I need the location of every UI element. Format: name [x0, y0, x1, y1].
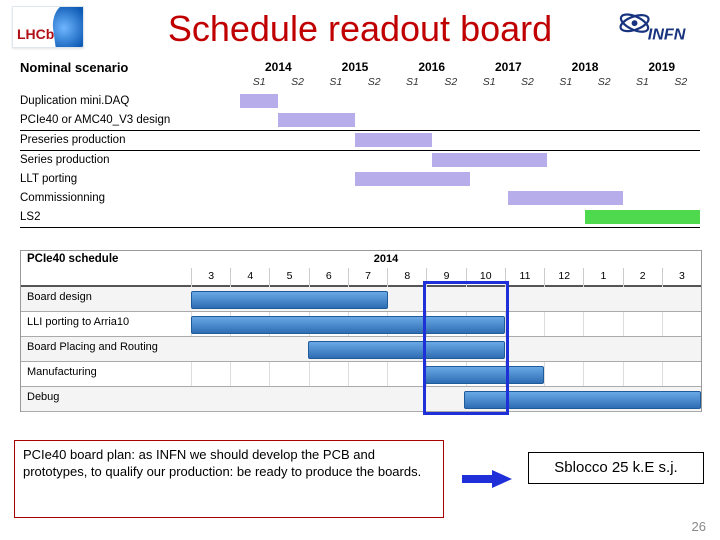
task-label: Board Placing and Routing	[27, 341, 158, 353]
month-label: 3	[662, 268, 701, 285]
gantt2-title: PCIe40 schedule	[27, 253, 118, 265]
gantt-bar	[432, 153, 547, 167]
year-label: 2016	[393, 60, 470, 74]
month-label: 5	[269, 268, 308, 285]
year-label: 2017	[470, 60, 547, 74]
gantt-bar	[508, 191, 623, 205]
page-number: 26	[692, 519, 706, 534]
task-label: Board design	[27, 291, 92, 303]
task-label: Debug	[27, 391, 59, 403]
note-box: PCIe40 board plan: as INFN we should dev…	[14, 440, 444, 518]
year-label: 2014	[240, 60, 317, 74]
sem-label: S1	[470, 76, 508, 88]
year-label: 2018	[547, 60, 624, 74]
month-label: 12	[544, 268, 583, 285]
task-label: Manufacturing	[27, 366, 97, 378]
highlight-box	[423, 281, 509, 415]
year-label: 2015	[317, 60, 394, 74]
sem-label: S1	[240, 76, 278, 88]
month-label: 3	[191, 268, 230, 285]
task-label: LS2	[20, 208, 40, 227]
gantt-nominal: Nominal scenario 2014 2015 2016 2017 201…	[20, 60, 700, 75]
sem-label: S2	[662, 76, 700, 88]
task-label: Preseries production	[20, 131, 125, 150]
year-label: 2019	[623, 60, 700, 74]
gantt-bar	[191, 291, 388, 309]
sem-label: S1	[547, 76, 585, 88]
gantt-bar	[355, 133, 432, 147]
sem-label: S2	[278, 76, 316, 88]
sem-label: S1	[317, 76, 355, 88]
slide-title: Schedule readout board	[0, 8, 720, 50]
sem-label: S2	[432, 76, 470, 88]
gantt-bar	[278, 113, 355, 127]
sem-label: S2	[508, 76, 546, 88]
gantt-bar	[585, 210, 700, 224]
gantt-bar	[355, 172, 470, 186]
month-label: 6	[309, 268, 348, 285]
task-label: Duplication mini.DAQ	[20, 92, 129, 111]
month-label: 1	[583, 268, 622, 285]
sem-label: S1	[623, 76, 661, 88]
month-label: 11	[505, 268, 544, 285]
month-label: 8	[387, 268, 426, 285]
task-label: Series production	[20, 151, 110, 170]
task-label: Commissionning	[20, 189, 105, 208]
sem-label: S2	[355, 76, 393, 88]
gantt-bar	[240, 94, 278, 108]
month-label: 2	[623, 268, 662, 285]
sem-label: S2	[585, 76, 623, 88]
month-label: 4	[230, 268, 269, 285]
arrow-icon	[462, 470, 512, 488]
sem-label: S1	[393, 76, 431, 88]
task-label: PCIe40 or AMC40_V3 design	[20, 111, 170, 130]
callout-box: Sblocco 25 k.E s.j.	[528, 452, 704, 484]
gantt-pcie40: PCIe40 schedule 2014 3 4 5 6 7 8 9 10 11…	[20, 250, 702, 412]
task-label: LLI porting to Arria10	[27, 316, 129, 328]
month-label: 7	[348, 268, 387, 285]
gantt2-year: 2014	[191, 253, 581, 265]
task-label: LLT porting	[20, 170, 77, 189]
